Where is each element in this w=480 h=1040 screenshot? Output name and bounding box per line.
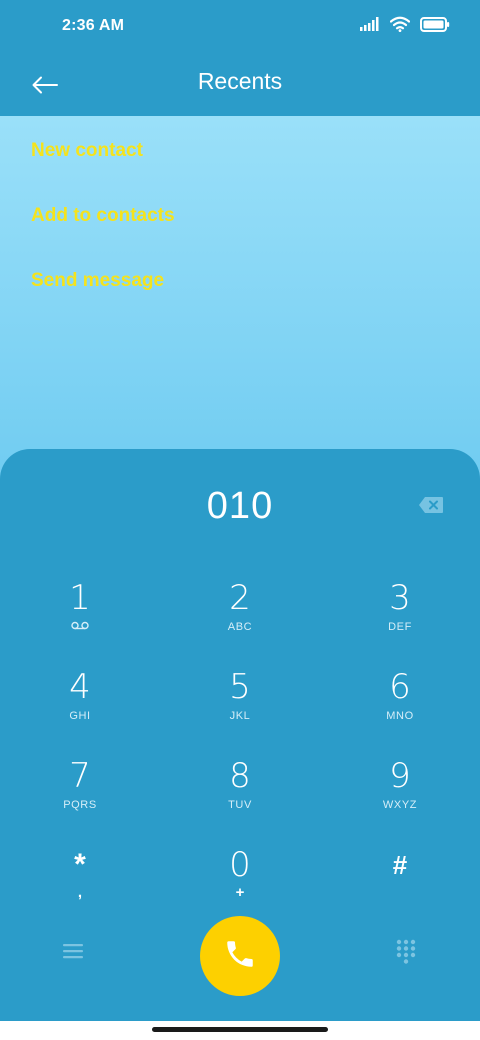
- key-letters: PQRS: [63, 799, 97, 811]
- key-4[interactable]: 4 GHI: [20, 668, 140, 748]
- backspace-button[interactable]: [414, 495, 448, 519]
- key-letters: MNO: [386, 710, 414, 722]
- key-letters: GHI: [69, 710, 91, 722]
- dialpad-icon: [395, 939, 417, 970]
- key-letters: WXYZ: [382, 799, 418, 811]
- key-3[interactable]: 3 DEF: [340, 579, 460, 659]
- key-digit: 7: [69, 756, 91, 796]
- key-digit: *: [74, 848, 86, 881]
- key-digit: 3: [389, 578, 411, 618]
- dialer-panel: 010 1 2 ABC 3 DEF 4 GHI 5 JKL 6 MNO 7 PQ…: [0, 449, 480, 1021]
- key-digit: 8: [229, 756, 251, 796]
- key-letters: TUV: [228, 799, 252, 811]
- key-letters: ,: [77, 884, 83, 901]
- battery-icon: [420, 16, 450, 37]
- navigation-bar: [0, 1021, 480, 1040]
- key-7[interactable]: 7 PQRS: [20, 757, 140, 837]
- key-digit: 2: [229, 578, 251, 618]
- status-icons: [360, 16, 450, 37]
- backspace-icon: [418, 496, 444, 519]
- key-0[interactable]: 0 +: [180, 846, 300, 926]
- key-digit: 9: [389, 756, 411, 796]
- key-digit: 0: [229, 845, 251, 885]
- send-message-action[interactable]: Send message: [31, 270, 164, 292]
- menu-icon: [62, 942, 84, 965]
- key-9[interactable]: 9 WXYZ: [340, 757, 460, 837]
- voicemail-icon: [20, 621, 140, 635]
- key-digit: 4: [69, 667, 91, 707]
- key-8[interactable]: 8 TUV: [180, 757, 300, 837]
- wifi-icon: [389, 16, 411, 37]
- key-letters: DEF: [388, 621, 412, 633]
- signal-icon: [360, 17, 380, 36]
- dialed-number: 010: [206, 485, 274, 527]
- status-time: 2:36 AM: [62, 17, 125, 34]
- add-to-contacts-action[interactable]: Add to contacts: [31, 205, 175, 227]
- key-letters: ABC: [227, 621, 253, 633]
- key-letters: JKL: [229, 710, 251, 722]
- status-bar: 2:36 AM: [0, 0, 480, 56]
- key-digit: #: [392, 850, 408, 880]
- call-button[interactable]: [200, 916, 280, 996]
- phone-icon: [223, 937, 257, 976]
- key-star[interactable]: * ,: [20, 846, 140, 926]
- key-5[interactable]: 5 JKL: [180, 668, 300, 748]
- key-hash[interactable]: #: [340, 846, 460, 926]
- page-title: Recents: [197, 68, 283, 94]
- key-2[interactable]: 2 ABC: [180, 579, 300, 659]
- app-header: Recents: [0, 56, 480, 116]
- key-letters: +: [235, 884, 245, 901]
- keypad-toggle-button[interactable]: [389, 937, 423, 971]
- key-digit: 1: [69, 578, 91, 618]
- key-digit: 6: [389, 667, 411, 707]
- key-1[interactable]: 1: [20, 579, 140, 659]
- home-indicator[interactable]: [152, 1027, 328, 1032]
- key-6[interactable]: 6 MNO: [340, 668, 460, 748]
- key-digit: 5: [229, 667, 251, 707]
- menu-button[interactable]: [56, 938, 90, 968]
- new-contact-action[interactable]: New contact: [31, 140, 143, 162]
